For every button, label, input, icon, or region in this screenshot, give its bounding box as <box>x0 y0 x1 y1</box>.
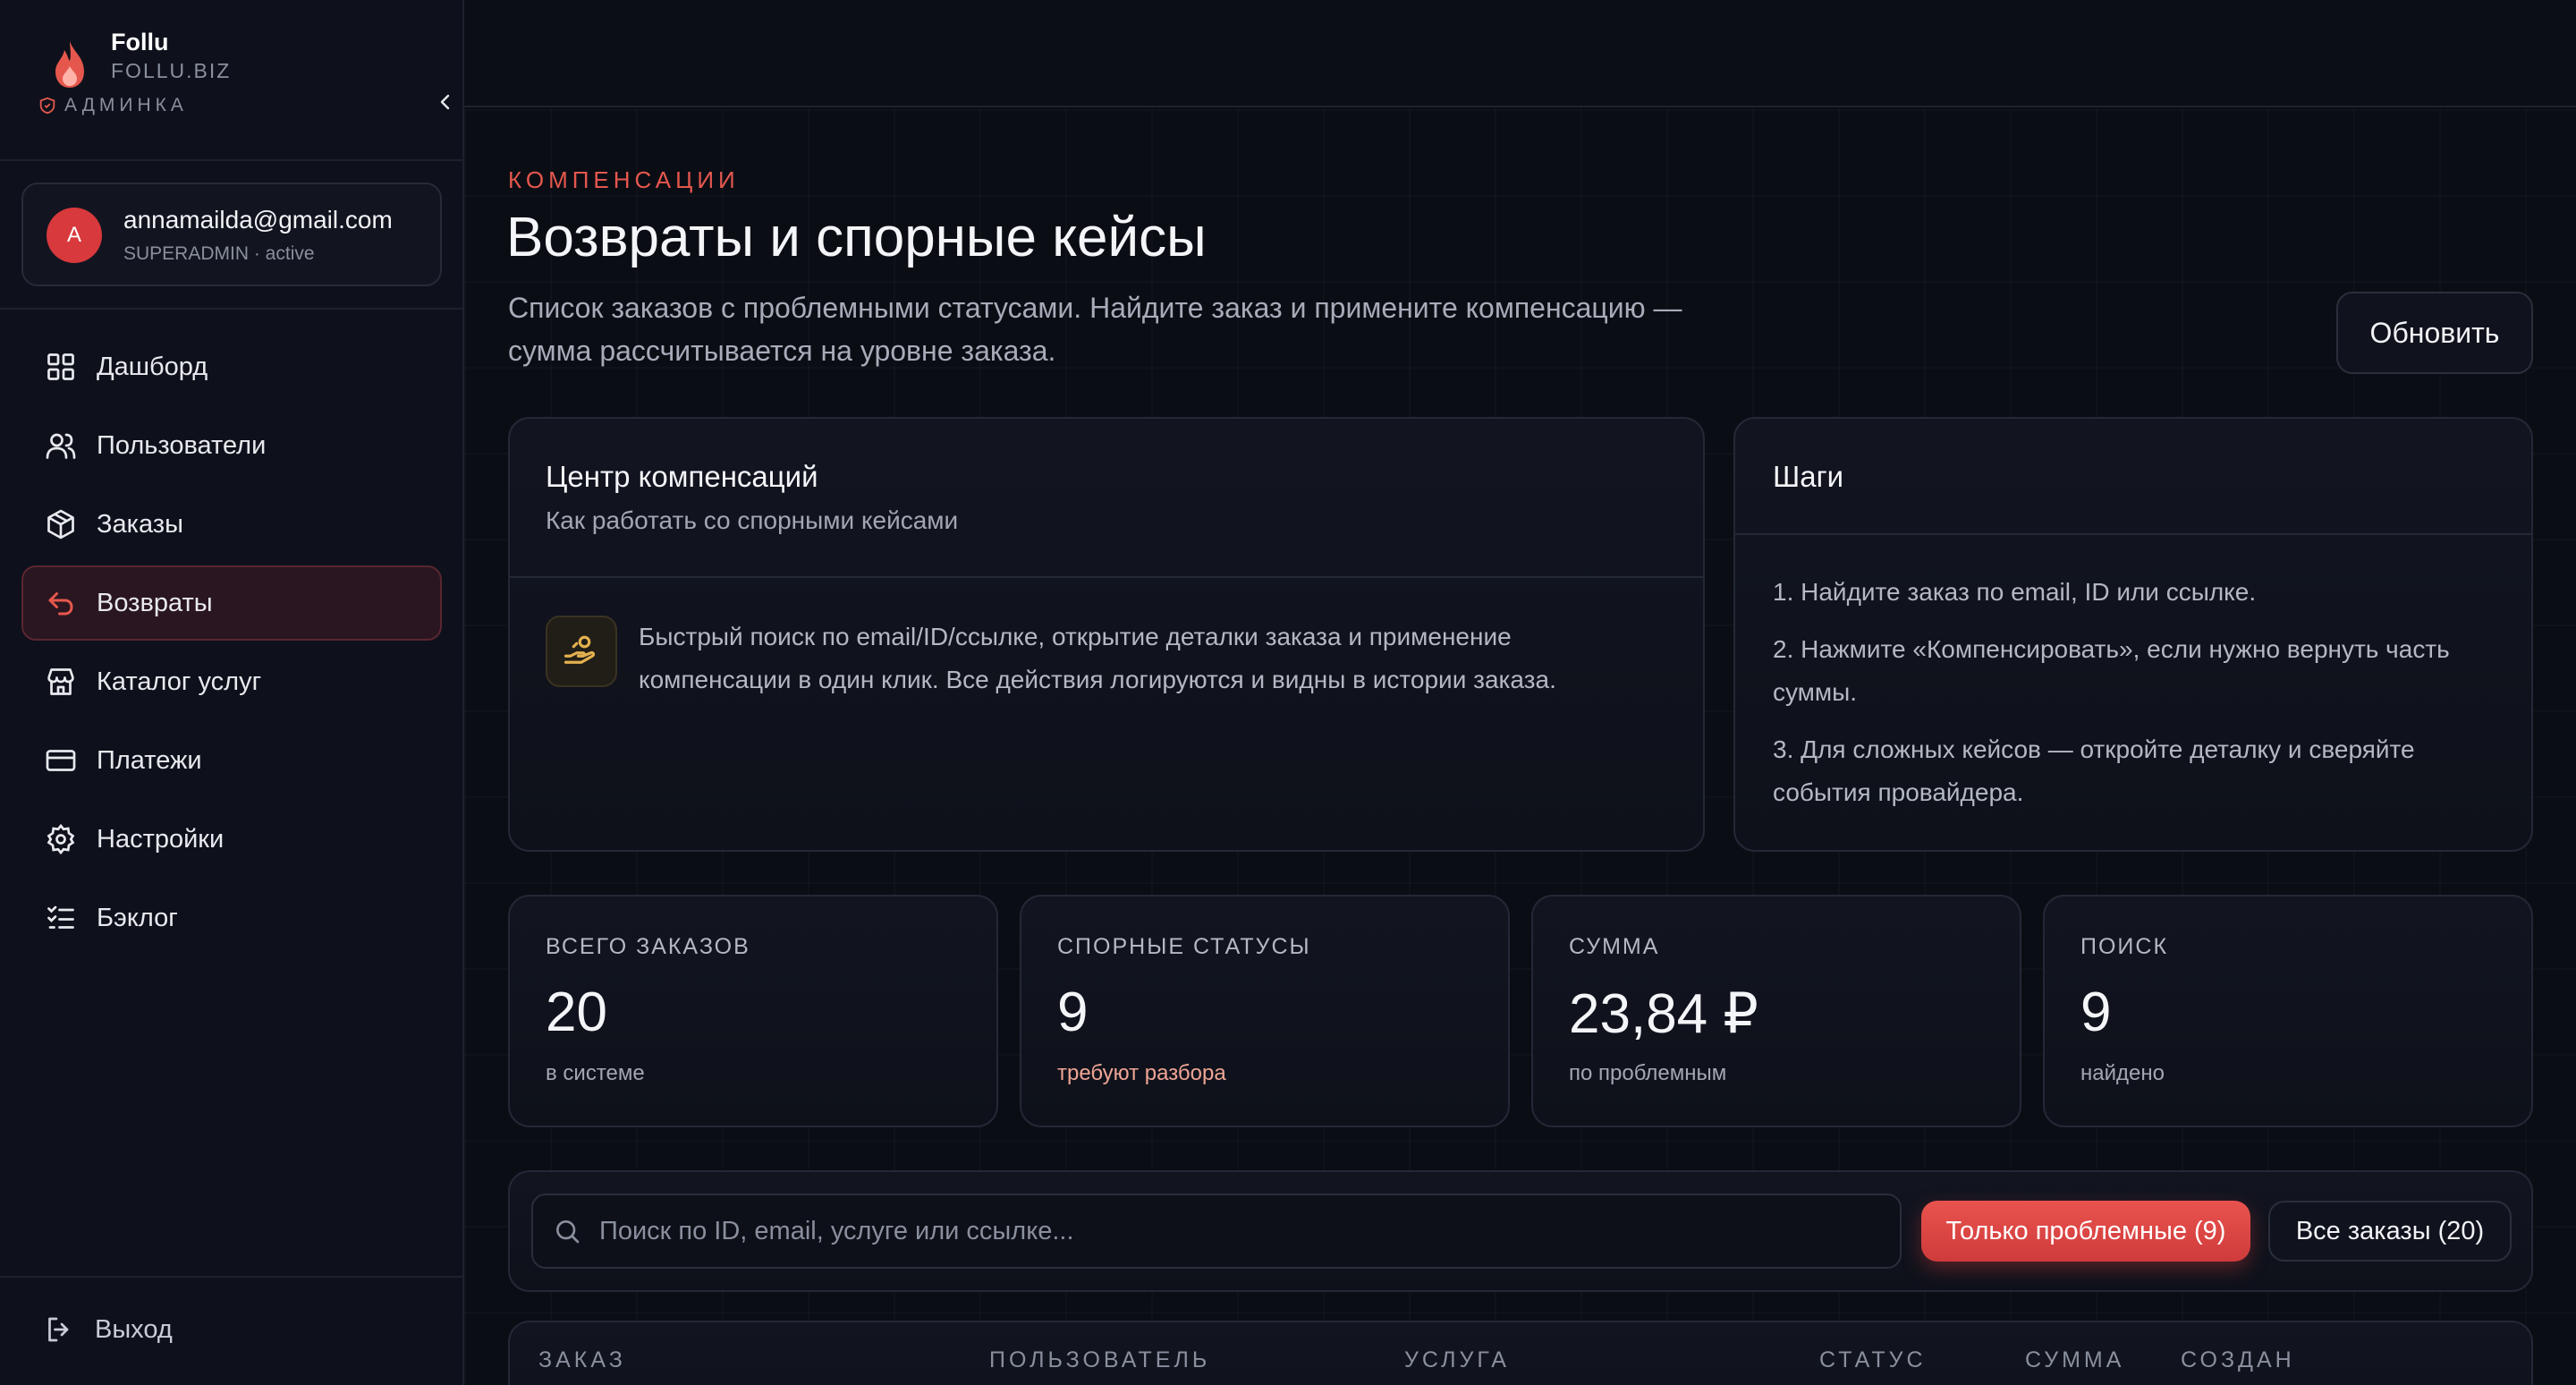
grid-icon <box>47 353 74 380</box>
chevron-left-icon <box>440 94 450 110</box>
user-card[interactable]: A annamailda@gmail.com SUPERADMIN · acti… <box>21 183 442 286</box>
sidebar-item-label: Заказы <box>97 509 183 539</box>
card-subtitle: Как работать со спорными кейсами <box>546 506 959 534</box>
column-header-order[interactable]: ЗАКАЗ <box>538 1347 626 1373</box>
stat-sub: по проблемным <box>1569 1061 1727 1085</box>
stat-label: ПОИСК <box>2080 934 2169 959</box>
sidebar-item-label: Настройки <box>97 824 225 854</box>
logout-label: Выход <box>95 1314 173 1344</box>
stat-card-search: ПОИСК 9 найдено <box>2043 895 2533 1127</box>
card-divider <box>1735 533 2531 535</box>
sidebar-item-users[interactable]: Пользователи <box>21 408 442 483</box>
sidebar-item-label: Возвраты <box>97 588 213 617</box>
sidebar-divider <box>0 159 462 161</box>
search-filter-bar: Только проблемные (9) Все заказы (20) <box>508 1170 2533 1292</box>
page-title: Возвраты и спорные кейсы <box>506 207 1207 268</box>
page-eyebrow: КОМПЕНСАЦИИ <box>508 166 740 193</box>
hand-coin-icon <box>564 635 596 664</box>
card-description: Быстрый поиск по email/ID/ссылке, открыт… <box>639 623 1556 693</box>
steps-card: Шаги 1. Найдите заказ по email, ID или с… <box>1733 417 2533 852</box>
stat-sub: найдено <box>2080 1061 2165 1085</box>
sidebar-item-label: Пользователи <box>97 430 267 460</box>
column-header-service[interactable]: УСЛУГА <box>1404 1347 1510 1373</box>
stat-card-sum: СУММА 23,84 ₽ по проблемным <box>1531 895 2021 1127</box>
sidebar-item-orders[interactable]: Заказы <box>21 487 442 562</box>
stat-value: 9 <box>1057 981 1089 1043</box>
stat-card-disputed-statuses: СПОРНЫЕ СТАТУСЫ 9 требуют разбора <box>1020 895 1510 1127</box>
users-icon <box>46 433 76 459</box>
stat-sub: в системе <box>546 1061 645 1085</box>
store-icon <box>47 668 74 695</box>
sidebar-divider <box>0 308 462 310</box>
card-title: Шаги <box>1773 460 1844 493</box>
card-divider <box>510 576 1703 578</box>
logout-button[interactable]: Выход <box>21 1294 442 1365</box>
sidebar-item-label: Каталог услуг <box>97 667 262 696</box>
stat-card-total-orders: ВСЕГО ЗАКАЗОВ 20 в системе <box>508 895 998 1127</box>
steps-list: 1. Найдите заказ по email, ID или ссылке… <box>1773 571 2506 828</box>
sidebar-item-payments[interactable]: Платежи <box>21 723 442 798</box>
sidebar-item-settings[interactable]: Настройки <box>21 802 442 877</box>
stat-value: 20 <box>546 981 607 1043</box>
admin-role-text: АДМИНКА <box>64 95 188 115</box>
avatar: A <box>47 208 102 263</box>
brand-domain: FOLLU.BIZ <box>111 59 232 82</box>
logout-icon <box>48 1317 69 1342</box>
stat-sub: требуют разбора <box>1057 1061 1226 1085</box>
step-item: 1. Найдите заказ по email, ID или ссылке… <box>1773 578 2257 606</box>
filter-all-orders-button[interactable]: Все заказы (20) <box>2268 1201 2512 1262</box>
refresh-button[interactable]: Обновить <box>2336 292 2533 374</box>
user-role-status: SUPERADMIN · active <box>123 243 315 264</box>
sidebar-item-refunds[interactable]: Возвраты <box>21 565 442 641</box>
credit-card-icon <box>46 750 76 771</box>
compensation-center-card: Центр компенсаций Как работать со спорны… <box>508 417 1705 852</box>
page-description: Список заказов с проблемными статусами. … <box>508 292 1682 367</box>
stat-label: СУММА <box>1569 934 1660 959</box>
return-arrow-icon <box>48 592 73 616</box>
column-header-sum[interactable]: СУММА <box>2025 1347 2124 1373</box>
search-icon <box>556 1220 580 1244</box>
shield-icon <box>39 97 55 115</box>
step-item: 2. Нажмите «Компенсировать», если нужно … <box>1773 635 2450 706</box>
column-header-status[interactable]: СТАТУС <box>1819 1347 1927 1373</box>
sidebar-item-catalog[interactable]: Каталог услуг <box>21 644 442 719</box>
user-email: annamailda@gmail.com <box>123 206 393 234</box>
stat-label: СПОРНЫЕ СТАТУСЫ <box>1057 934 1311 959</box>
hand-coin-icon-badge <box>546 616 617 687</box>
sidebar-item-label: Бэклог <box>97 903 178 932</box>
sidebar-item-dashboard[interactable]: Дашборд <box>21 329 442 404</box>
search-field[interactable] <box>531 1194 1902 1269</box>
search-input[interactable] <box>599 1216 1900 1246</box>
stat-value: 23,84 ₽ <box>1569 983 1758 1045</box>
box-icon <box>47 509 74 540</box>
sidebar-item-label: Платежи <box>97 745 202 775</box>
sidebar-item-label: Дашборд <box>97 352 208 381</box>
stat-value: 9 <box>2080 981 2112 1043</box>
filter-problem-only-button[interactable]: Только проблемные (9) <box>1921 1201 2250 1262</box>
orders-table: ЗАКАЗ ПОЛЬЗОВАТЕЛЬ УСЛУГА СТАТУС СУММА С… <box>508 1321 2533 1385</box>
card-title: Центр компенсаций <box>546 460 818 493</box>
brand: Follu FOLLU.BIZ АДМИНКА <box>39 25 450 132</box>
column-header-created[interactable]: СОЗДАН <box>2181 1347 2295 1373</box>
collapse-sidebar-button[interactable] <box>426 82 465 122</box>
column-header-user[interactable]: ПОЛЬЗОВАТЕЛЬ <box>989 1347 1210 1373</box>
gear-icon <box>47 823 75 855</box>
flame-logo-icon <box>55 41 84 88</box>
top-bar <box>464 0 2576 107</box>
sidebar-item-backlog[interactable]: Бэклог <box>21 880 442 956</box>
step-item: 3. Для сложных кейсов — откройте деталку… <box>1773 735 2415 806</box>
sidebar: Follu FOLLU.BIZ АДМИНКА A annamailda@gma… <box>0 0 464 1385</box>
stat-label: ВСЕГО ЗАКАЗОВ <box>546 934 750 959</box>
admin-role-label: АДМИНКА <box>38 95 188 116</box>
checklist-icon <box>47 905 74 929</box>
brand-name: Follu <box>111 29 169 55</box>
sidebar-divider <box>0 1276 462 1278</box>
sidebar-nav: Дашборд Пользователи Заказы Возвраты Кат… <box>21 329 442 959</box>
